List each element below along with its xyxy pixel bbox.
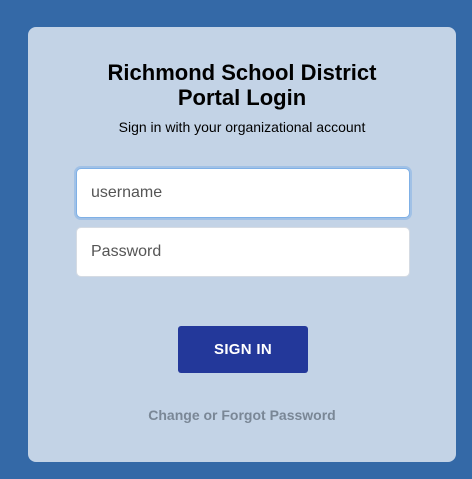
page-title: Richmond School District Portal Login bbox=[28, 60, 456, 110]
title-line-2: Portal Login bbox=[177, 85, 307, 110]
subtitle: Sign in with your organizational account bbox=[118, 119, 366, 135]
username-input[interactable] bbox=[76, 168, 410, 218]
title-line-1: Richmond School District bbox=[107, 60, 377, 85]
login-card: Richmond School District Portal Login Si… bbox=[28, 27, 456, 462]
forgot-password-link[interactable]: Change or Forgot Password bbox=[28, 407, 456, 423]
sign-in-button[interactable]: SIGN IN bbox=[178, 326, 308, 373]
password-input[interactable] bbox=[76, 227, 410, 277]
